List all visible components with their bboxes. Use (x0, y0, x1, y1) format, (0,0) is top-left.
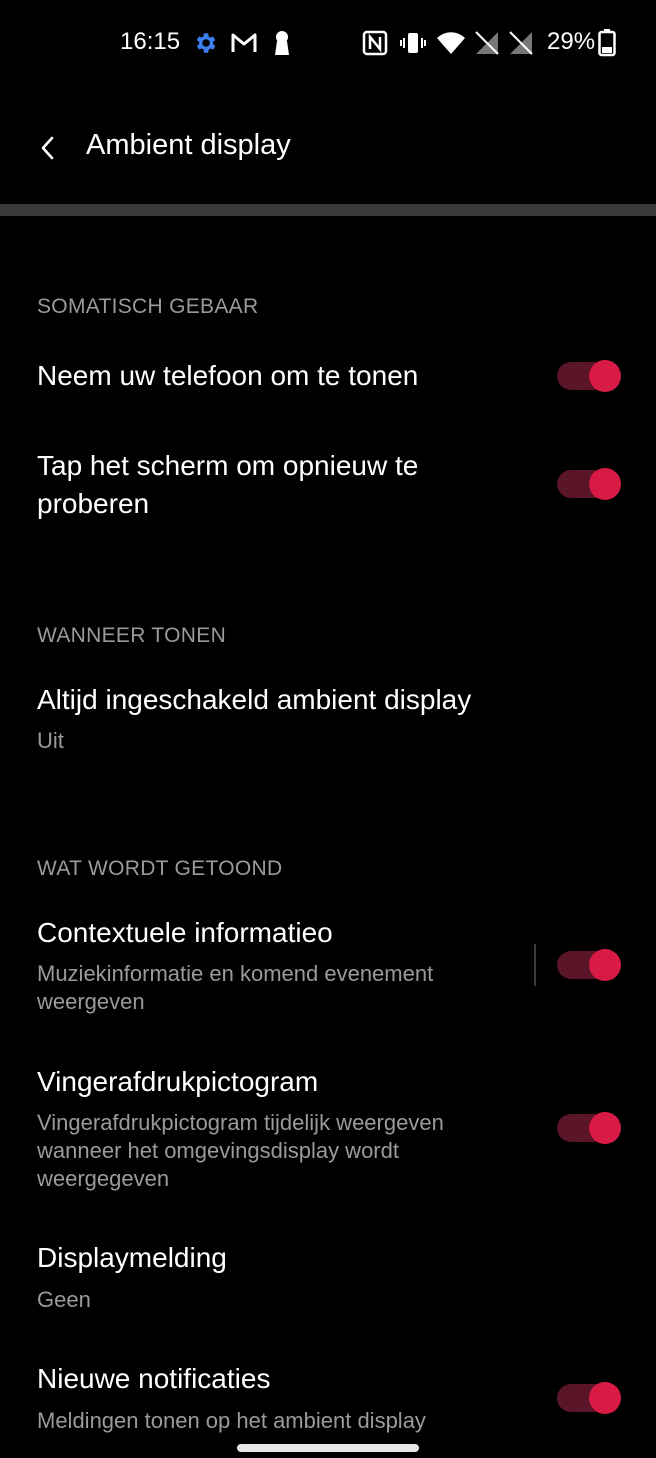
vertical-divider (534, 944, 536, 986)
gear-icon (192, 30, 218, 56)
nfc-icon (362, 30, 388, 56)
toggle-switch-pickup[interactable] (557, 360, 621, 392)
wifi-icon (436, 30, 466, 56)
setting-value: Geen (37, 1287, 91, 1312)
status-time: 16:15 (120, 28, 181, 55)
toggle-thumb (589, 1112, 621, 1144)
toggle-switch-new-notifications[interactable] (557, 1382, 621, 1414)
no-sim-icon (508, 30, 534, 56)
keyhole-icon (272, 30, 292, 56)
setting-subtitle: Muziekinformatie en komend evenement wee… (37, 961, 434, 1014)
section-header-when: WANNEER TONEN (37, 624, 227, 647)
setting-title: Altijd ingeschakeld ambient display (37, 684, 472, 715)
toggle-switch-fingerprint[interactable] (557, 1112, 621, 1144)
setting-title: Nieuwe notificaties (37, 1363, 271, 1394)
setting-title: Vingerafdrukpictogram (37, 1066, 319, 1097)
setting-title: Contextuele informatieo (37, 917, 333, 948)
setting-value: Uit (37, 728, 64, 753)
section-header-gesture: SOMATISCH GEBAAR (37, 295, 259, 318)
chevron-left-icon (41, 136, 54, 160)
setting-subtitle: Meldingen tonen op het ambient display (37, 1408, 426, 1433)
battery-icon (598, 29, 616, 57)
app-bar: Ambient display (0, 100, 656, 190)
setting-title: Displaymelding (37, 1242, 227, 1273)
no-sim-icon (474, 30, 500, 56)
back-button[interactable] (28, 128, 68, 168)
toggle-thumb (589, 360, 621, 392)
toggle-thumb (589, 468, 621, 500)
setting-title: Tap het scherm om opnieuw te proberen (37, 450, 419, 519)
vibrate-icon (400, 30, 426, 56)
toggle-switch-contextual[interactable] (557, 949, 621, 981)
page-title: Ambient display (86, 129, 291, 161)
status-bar: 16:15 29% (0, 0, 656, 90)
toggle-switch-tap[interactable] (557, 468, 621, 500)
setting-subtitle: Vingerafdrukpictogram tijdelijk weergeve… (37, 1110, 444, 1191)
gesture-navigation-bar[interactable] (237, 1444, 419, 1452)
battery-percent: 29% (547, 28, 596, 55)
toggle-thumb (589, 949, 621, 981)
section-header-what: WAT WORDT GETOOND (37, 857, 283, 880)
setting-title: Neem uw telefoon om te tonen (37, 360, 419, 391)
gmail-icon (230, 30, 258, 56)
toggle-thumb (589, 1382, 621, 1414)
scroll-indicator-bar (0, 204, 656, 216)
